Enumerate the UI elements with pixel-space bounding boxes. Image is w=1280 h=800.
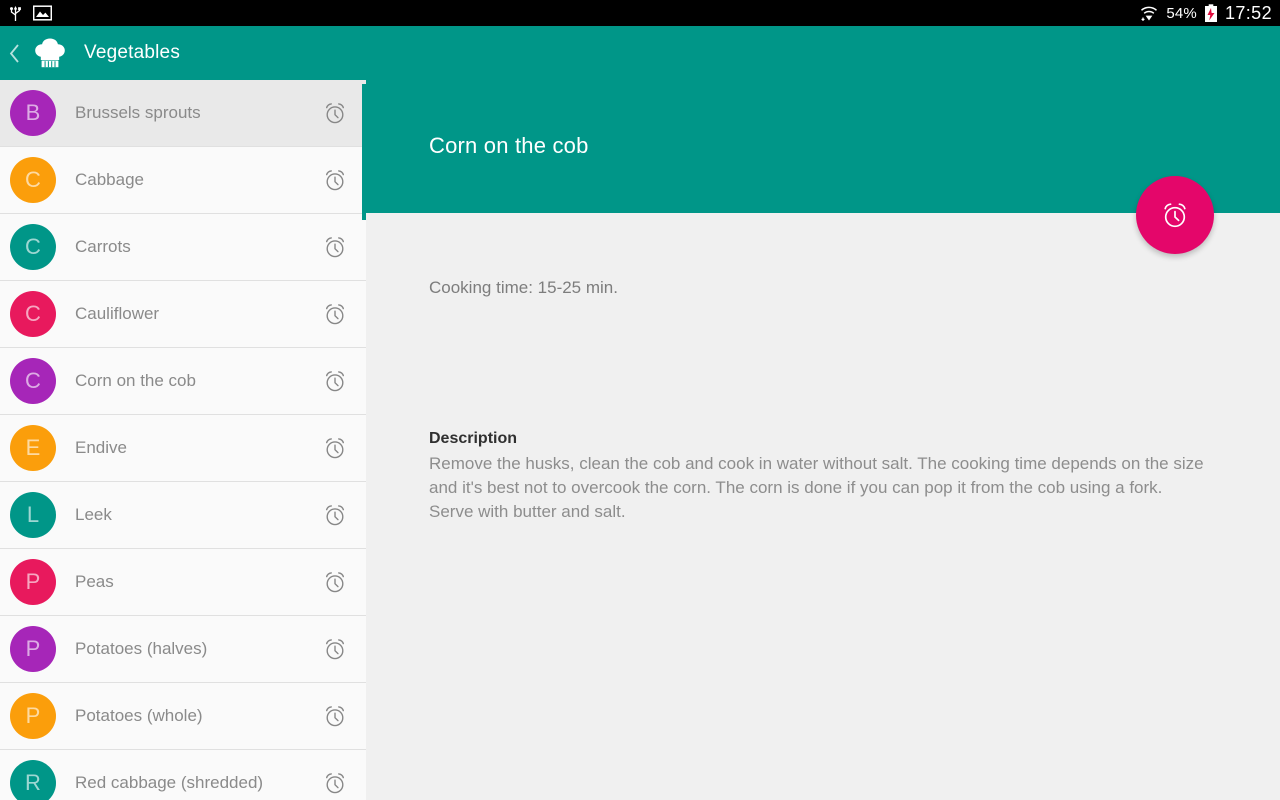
alarm-clock-icon [325,505,345,526]
list-item[interactable]: E Endive [0,415,366,482]
status-bar: 54% 17:52 [0,0,1280,26]
chef-hat-icon [32,36,68,70]
list-item-alarm-button[interactable] [322,435,348,461]
list-item-label: Potatoes (whole) [75,706,203,725]
list-item[interactable]: B Brussels sprouts [0,80,366,147]
avatar-initial: L [26,502,40,527]
avatar-initial: P [25,703,41,728]
page-title: Vegetables [84,42,181,63]
list-item-label: Cabbage [75,170,145,189]
list-item-label: Peas [75,572,114,591]
alarm-clock-icon [325,103,345,124]
list-item-alarm-button[interactable] [322,368,348,394]
avatar: P [10,626,56,672]
list-item[interactable]: P Potatoes (halves) [0,616,366,683]
avatar-initial: C [25,234,41,259]
list-item[interactable]: C Cabbage [0,147,366,214]
back-button[interactable] [0,26,24,80]
app-root: 54% 17:52 Vegetables B Brussels sprouts … [0,0,1280,800]
avatar-initial: C [25,368,41,393]
battery-low-icon [1204,3,1218,23]
battery-percent: 54% [1166,4,1197,22]
status-bar-clock: 17:52 [1224,2,1272,23]
list-item-label: Corn on the cob [75,371,196,390]
description-block: Description Remove the husks, clean the … [429,430,1209,524]
list-item[interactable]: C Corn on the cob [0,348,366,415]
list-item-label: Carrots [75,237,131,256]
avatar-initial: P [25,569,41,594]
avatar: E [10,425,56,471]
avatar: P [10,559,56,605]
avatar: C [10,224,56,270]
alarm-clock-icon [325,773,345,794]
list-item-alarm-button[interactable] [322,234,348,260]
list-item[interactable]: L Leek [0,482,366,549]
alarm-clock-icon [325,572,345,593]
detail-title: Corn on the cob [429,133,589,158]
avatar: B [10,90,56,136]
avatar: C [10,291,56,337]
usb-icon [8,5,23,22]
wifi-icon [1139,4,1159,22]
detail-pane: Corn on the cob Cooking time: 15-25 min.… [366,80,1280,800]
alarm-clock-icon [325,237,345,258]
list-item-alarm-button[interactable] [322,770,348,796]
list-item-label: Leek [75,505,112,524]
description-body: Remove the husks, clean the cob and cook… [429,454,1204,521]
avatar-initial: C [25,167,41,192]
list-item[interactable]: C Carrots [0,214,366,281]
alarm-clock-icon [325,438,345,459]
avatar: R [10,760,56,800]
list-item-alarm-button[interactable] [322,301,348,327]
image-icon [33,5,52,21]
status-bar-left [8,5,52,22]
avatar-initial: P [25,636,41,661]
status-bar-right: 54% 17:52 [1139,3,1272,24]
list-item-alarm-button[interactable] [322,167,348,193]
list-scrollbar[interactable] [362,84,366,220]
vegetable-list[interactable]: B Brussels sprouts C Cabbage C Carrots C Caulif… [0,80,366,800]
avatar: C [10,358,56,404]
alarm-clock-icon [1164,203,1186,228]
avatar-initial: R [25,770,41,795]
avatar-initial: E [25,435,41,460]
avatar: L [10,492,56,538]
list-item[interactable]: R Red cabbage (shredded) [0,750,366,800]
alarm-clock-icon [325,371,345,392]
list-item-alarm-button[interactable] [322,703,348,729]
description-heading: Description [429,430,518,447]
alarm-clock-icon [325,304,345,325]
list-item-label: Brussels sprouts [75,103,201,122]
list-item[interactable]: C Cauliflower [0,281,366,348]
avatar-initial: B [25,100,41,125]
list-item[interactable]: P Potatoes (whole) [0,683,366,750]
cooking-time: Cooking time: 15-25 min. [429,278,618,297]
list-item-label: Cauliflower [75,304,160,323]
avatar-initial: C [25,301,41,326]
set-timer-fab[interactable] [1136,176,1214,254]
alarm-clock-icon [325,170,345,191]
list-item-alarm-button[interactable] [322,636,348,662]
alarm-clock-icon [325,639,345,660]
list-item-alarm-button[interactable] [322,100,348,126]
app-toolbar: Vegetables [0,26,1280,80]
chevron-left-icon [9,43,19,63]
list-item-label: Potatoes (halves) [75,639,208,658]
alarm-clock-icon [325,706,345,727]
list-item-label: Endive [75,438,127,457]
list-item-alarm-button[interactable] [322,569,348,595]
list-item-alarm-button[interactable] [322,502,348,528]
list-item[interactable]: P Peas [0,549,366,616]
avatar: P [10,693,56,739]
avatar: C [10,157,56,203]
list-item-label: Red cabbage (shredded) [75,773,264,792]
